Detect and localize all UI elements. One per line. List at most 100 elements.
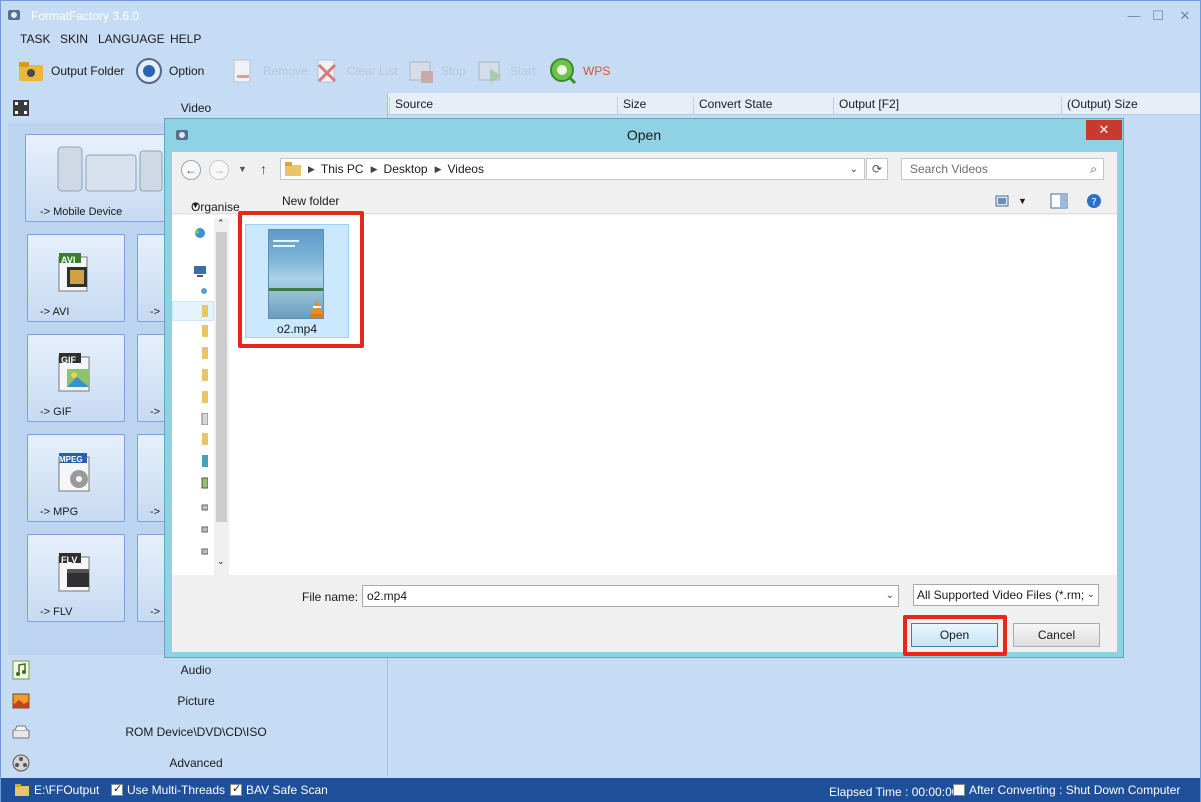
search-input[interactable]: Search Videos ⌕ bbox=[901, 158, 1104, 180]
music-library-icon[interactable] bbox=[192, 455, 208, 467]
column-convert-state[interactable]: Convert State bbox=[693, 97, 833, 115]
file-type-select[interactable]: All Supported Video Files (*.rm; ⌄ bbox=[913, 584, 1099, 606]
mobile-device-icon bbox=[57, 146, 163, 192]
navigation-scrollbar[interactable]: ⌃ ⌄ bbox=[214, 218, 229, 575]
menu-skin[interactable]: SKIN bbox=[60, 32, 88, 46]
cancel-button[interactable]: Cancel bbox=[1013, 623, 1100, 647]
breadcrumb-separator-icon: ▶ bbox=[308, 163, 315, 174]
bav-safe-scan-check[interactable] bbox=[230, 782, 242, 796]
status-bar: E:\FFOutput Use Multi-Threads BAV Safe S… bbox=[1, 778, 1200, 802]
pictures-library-icon[interactable] bbox=[192, 477, 208, 489]
rom-device-section-header[interactable]: ROM Device\DVD\CD\ISO bbox=[4, 717, 388, 747]
scroll-down-icon[interactable]: ⌄ bbox=[217, 556, 225, 567]
dialog-body: ← → ▼ ↑ ▶ This PC ▶ Desktop ▶ Videos ⌄ ⟳… bbox=[172, 152, 1117, 656]
scrollbar-thumb[interactable] bbox=[216, 232, 227, 522]
preview-pane-icon[interactable] bbox=[1049, 192, 1069, 210]
folder-icon[interactable] bbox=[192, 325, 208, 337]
forward-button[interactable]: → bbox=[209, 160, 229, 180]
minimize-button[interactable]: — bbox=[1122, 7, 1146, 25]
menu-help[interactable]: HELP bbox=[170, 32, 201, 46]
address-bar[interactable]: ▶ This PC ▶ Desktop ▶ Videos ⌄ bbox=[280, 158, 865, 180]
drive-icon[interactable] bbox=[192, 523, 208, 535]
scroll-up-icon[interactable]: ⌃ bbox=[217, 218, 225, 229]
column-size[interactable]: Size bbox=[617, 97, 693, 115]
audio-section-header[interactable]: Audio bbox=[4, 655, 388, 685]
folder-icon[interactable] bbox=[192, 391, 208, 403]
elapsed-time: Elapsed Time : 00:00:00 bbox=[829, 785, 959, 799]
chevron-down-icon[interactable]: ⌄ bbox=[886, 586, 894, 606]
avi-tile[interactable]: AVI -> AVI bbox=[27, 234, 125, 322]
search-icon: ⌕ bbox=[1090, 162, 1097, 176]
advanced-section-header[interactable]: Advanced bbox=[4, 748, 388, 778]
title-bar: FormatFactory 3.6.0 — ☐ ✕ bbox=[1, 1, 1200, 31]
multi-threads-check[interactable] bbox=[111, 782, 123, 796]
output-folder-button[interactable]: Output Folder bbox=[17, 51, 124, 91]
computer-icon[interactable] bbox=[192, 265, 208, 277]
mpeg-badge: MPEG bbox=[59, 455, 83, 464]
music-note-icon bbox=[12, 660, 30, 680]
dialog-close-button[interactable]: ✕ bbox=[1086, 120, 1122, 140]
flv-tile[interactable]: FLV -> FLV bbox=[27, 534, 125, 622]
breadcrumb-this-pc[interactable]: This PC bbox=[321, 162, 364, 176]
drive-icon[interactable] bbox=[192, 501, 208, 513]
folder-icon[interactable] bbox=[192, 305, 208, 317]
breadcrumb-desktop[interactable]: Desktop bbox=[384, 162, 428, 176]
refresh-button[interactable]: ⟳ bbox=[866, 158, 888, 180]
video-tile-partial-1[interactable]: -> bbox=[137, 234, 165, 322]
option-button[interactable]: Option bbox=[135, 51, 204, 91]
window-title: FormatFactory 3.6.0 bbox=[31, 9, 140, 23]
back-button[interactable]: ← bbox=[181, 160, 201, 180]
bav-safe-scan-checkbox[interactable]: BAV Safe Scan bbox=[230, 782, 328, 797]
document-icon[interactable] bbox=[192, 413, 208, 425]
wps-button[interactable]: WPS bbox=[549, 51, 610, 91]
video-tile-partial-3[interactable]: -> bbox=[137, 434, 165, 522]
change-view-icon[interactable] bbox=[995, 192, 1015, 210]
gif-tile[interactable]: GIF -> GIF bbox=[27, 334, 125, 422]
start-icon bbox=[478, 61, 502, 83]
start-button[interactable]: Start bbox=[476, 51, 535, 91]
mobile-device-tile[interactable]: -> Mobile Device bbox=[25, 134, 175, 222]
output-path[interactable]: E:\FFOutput bbox=[15, 783, 99, 797]
mpg-tile[interactable]: MPEG -> MPG bbox=[27, 434, 125, 522]
video-tile-partial-2[interactable]: -> bbox=[137, 334, 165, 422]
menu-language[interactable]: LANGUAGE bbox=[98, 32, 165, 46]
multi-threads-checkbox[interactable]: Use Multi-Threads bbox=[111, 782, 225, 797]
avi-badge: AVI bbox=[61, 255, 76, 265]
close-button[interactable]: ✕ bbox=[1173, 7, 1197, 25]
video-tile-partial-4[interactable]: -> bbox=[137, 534, 165, 622]
column-output-size[interactable]: (Output) Size bbox=[1061, 97, 1161, 115]
recent-locations-icon[interactable]: ▼ bbox=[238, 164, 247, 174]
file-name-input[interactable]: o2.mp4 ⌄ bbox=[362, 585, 899, 607]
open-button-highlight-annotation bbox=[903, 615, 1007, 656]
column-output[interactable]: Output [F2] bbox=[833, 97, 1061, 115]
network-location-icon[interactable] bbox=[192, 285, 208, 297]
remove-button[interactable]: Remove bbox=[229, 51, 308, 91]
chevron-down-icon[interactable]: ⌄ bbox=[1084, 585, 1095, 605]
gif-badge: GIF bbox=[61, 355, 76, 365]
clear-list-button[interactable]: Clear List bbox=[313, 51, 398, 91]
folder-icon[interactable] bbox=[192, 433, 208, 445]
column-source[interactable]: Source bbox=[389, 97, 617, 115]
after-converting-check[interactable] bbox=[953, 784, 965, 796]
chevron-down-icon[interactable]: ⌄ bbox=[850, 164, 858, 175]
svg-text:?: ? bbox=[1091, 197, 1096, 208]
video-section-icon bbox=[13, 100, 29, 116]
drive-icon[interactable] bbox=[192, 545, 208, 557]
view-options-chevron-icon[interactable]: ▼ bbox=[1018, 196, 1027, 206]
breadcrumb-videos[interactable]: Videos bbox=[447, 162, 483, 176]
picture-section-header[interactable]: Picture bbox=[4, 686, 388, 716]
maximize-button[interactable]: ☐ bbox=[1146, 7, 1170, 25]
stop-icon bbox=[409, 61, 433, 83]
task-list-header: Source Size Convert State Output [F2] (O… bbox=[388, 93, 1200, 115]
network-icon[interactable] bbox=[192, 227, 208, 239]
up-arrow-icon[interactable]: ↑ bbox=[260, 161, 267, 177]
menu-task[interactable]: TASK bbox=[20, 32, 50, 46]
folder-icon[interactable] bbox=[192, 369, 208, 381]
new-folder-button[interactable]: New folder bbox=[282, 194, 339, 208]
folder-icon[interactable] bbox=[192, 347, 208, 359]
stop-button[interactable]: Stop bbox=[407, 51, 466, 91]
option-icon bbox=[136, 58, 162, 84]
folder-icon bbox=[15, 784, 29, 796]
help-icon[interactable]: ? bbox=[1084, 192, 1104, 210]
after-converting-checkbox[interactable]: After Converting : Shut Down Computer bbox=[953, 783, 1180, 797]
